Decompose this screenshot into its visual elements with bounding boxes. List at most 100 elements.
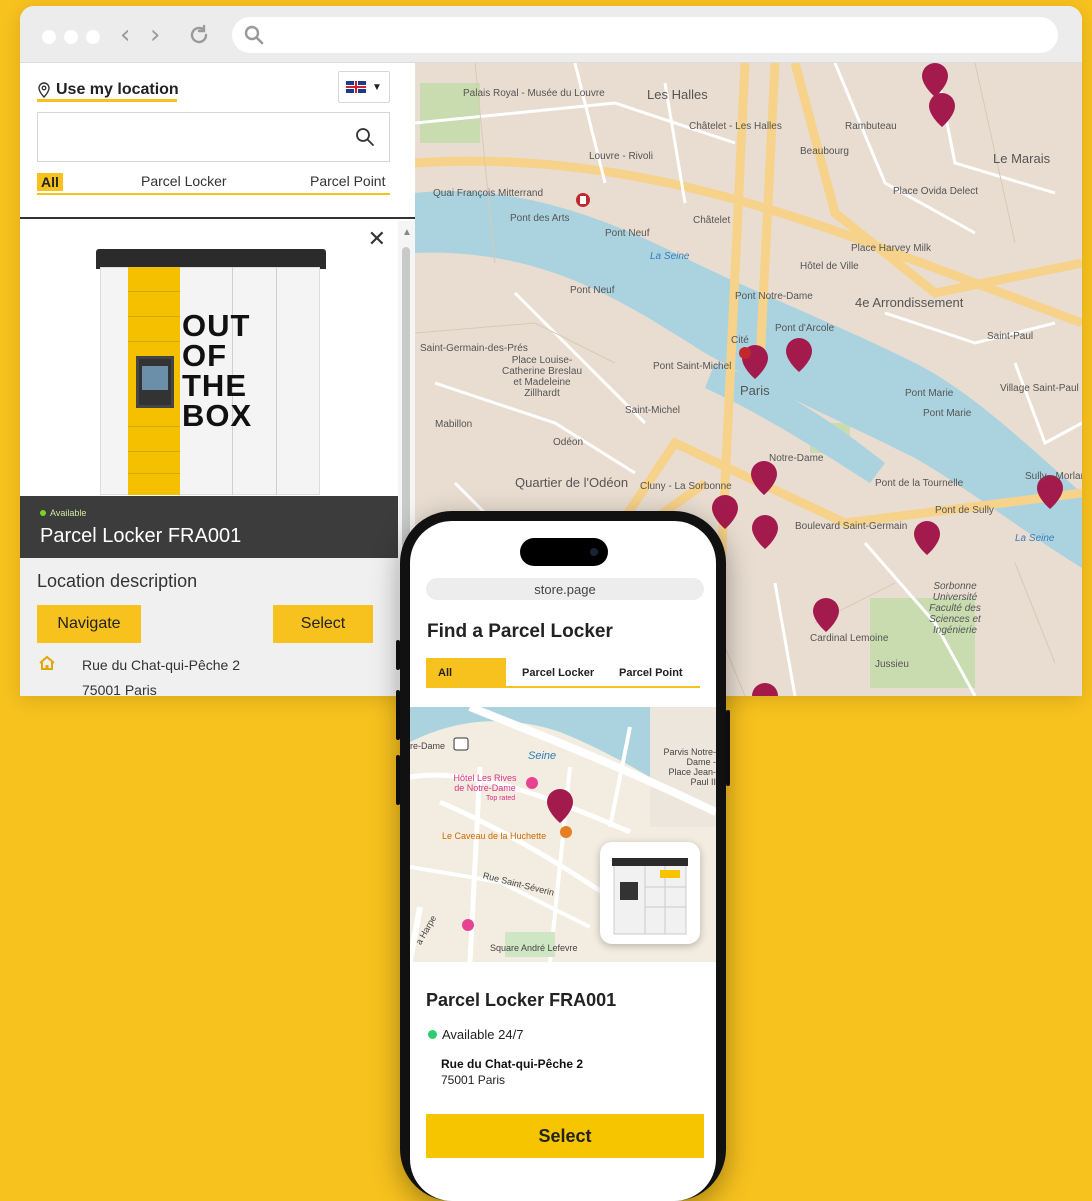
map-label: Saint-Paul — [987, 331, 1034, 342]
map-label: Pont Neuf — [570, 285, 615, 296]
map-label: Pont Neuf — [605, 228, 650, 239]
location-description: Location description — [37, 571, 198, 591]
phone-mockup: store.page Find a Parcel Locker All Parc… — [400, 511, 726, 1201]
status-badge: Available — [40, 508, 86, 518]
map-label: Place Harvey Milk — [851, 243, 932, 254]
address-street: Rue du Chat-qui-Pêche 2 — [82, 657, 240, 673]
tab-parcel-point[interactable]: Parcel Point — [310, 173, 385, 189]
phone-filter-tabs: All Parcel Locker Parcel Point — [426, 658, 700, 688]
tab-parcel-locker[interactable]: Parcel Locker — [141, 173, 227, 189]
map-label: re-Dame — [410, 741, 446, 751]
map-label: Saint-Michel — [625, 405, 681, 416]
locker-title: Parcel Locker FRA001 — [40, 525, 242, 547]
locker-title: Parcel Locker FRA001 — [426, 990, 617, 1010]
status-dot-icon — [40, 510, 46, 516]
map-label: Pont Saint-Michel — [653, 361, 732, 372]
map-label: La Seine — [1015, 533, 1055, 544]
map-label: Seine — [528, 750, 557, 762]
map-label: Square André Lefevre — [490, 943, 578, 953]
map-label: 4e Arrondissement — [855, 295, 964, 310]
map-label: Sorbonne Université Faculté des Sciences… — [929, 581, 981, 636]
use-location-link[interactable]: Use my location — [37, 81, 179, 102]
card-header: Available Parcel Locker FRA001 — [20, 496, 398, 558]
tab-all[interactable]: All — [37, 173, 63, 191]
map-label: Châtelet — [693, 215, 731, 226]
locker-card: OUT OF THE BOX ✕ Available Parcel Locker… — [20, 221, 398, 696]
map-label: Odéon — [553, 437, 584, 448]
back-icon[interactable]: ‹ — [120, 20, 130, 50]
scroll-up-icon[interactable]: ▲ — [402, 227, 412, 238]
address-city: 75001 Paris — [441, 1073, 506, 1087]
map-label: Le Caveau de la Huchette — [442, 831, 547, 841]
map-label: Sully - Morland — [1025, 471, 1082, 482]
map-label: Quai François Mitterrand — [433, 188, 544, 199]
language-select[interactable]: ▼ — [338, 71, 390, 103]
window-dot[interactable] — [42, 30, 56, 44]
map-label: Saint-Germain-des-Prés — [420, 343, 528, 354]
tab-parcel-locker[interactable]: Parcel Locker — [522, 667, 594, 679]
map-label: Pont de Sully — [935, 505, 994, 516]
map-label: Pont des Arts — [510, 213, 570, 224]
window-dot[interactable] — [86, 30, 100, 44]
map-label: Paris — [740, 383, 770, 398]
uk-flag-icon — [346, 81, 367, 93]
map-label: Pont Marie — [905, 388, 954, 399]
filter-tabs: All Parcel Locker Parcel Point — [37, 171, 390, 195]
availability: Available 24/7 — [428, 1027, 523, 1042]
address-street: Rue du Chat-qui-Pêche 2 — [441, 1057, 584, 1071]
search-icon — [244, 25, 264, 45]
map-label: La Seine — [650, 251, 690, 262]
tab-parcel-point[interactable]: Parcel Point — [619, 667, 683, 679]
map-label: Palais Royal - Musée du Louvre — [463, 88, 605, 99]
map-label: Jussieu — [875, 659, 909, 670]
map-label: Cardinal Lemoine — [810, 633, 889, 644]
dynamic-island — [520, 538, 608, 566]
address-bar[interactable] — [232, 17, 1058, 53]
browser-toolbar: ‹ › — [20, 6, 1082, 63]
close-icon[interactable]: ✕ — [368, 227, 386, 252]
navigate-button[interactable]: Navigate — [37, 605, 141, 643]
map-label: Mabillon — [435, 419, 473, 430]
map-label: Châtelet - Les Halles — [689, 121, 782, 132]
map-label: Top rated — [486, 795, 516, 802]
select-button[interactable]: Select — [426, 1114, 704, 1158]
map-label: Les Halles — [647, 87, 708, 102]
map-label: Village Saint-Paul — [1000, 383, 1079, 394]
map-label: Hôtel Les Rives de Notre-Dame — [453, 773, 517, 793]
map-label: Pont de la Tournelle — [875, 478, 964, 489]
map-label: Pont Notre-Dame — [735, 291, 813, 302]
select-button[interactable]: Select — [273, 605, 373, 643]
tab-all[interactable]: All — [426, 658, 506, 686]
phone-map[interactable]: re-Dame Seine Parvis Notre-Dame - Place … — [410, 707, 716, 962]
locker-graphic-text: OUT OF THE BOX — [182, 308, 253, 433]
use-location-label: Use my location — [56, 81, 179, 98]
chevron-down-icon: ▼ — [372, 81, 382, 93]
map-label: Beaubourg — [800, 146, 849, 157]
divider — [20, 217, 415, 219]
map-label: Cluny - La Sorbonne — [640, 481, 732, 492]
locker-thumbnail[interactable] — [600, 842, 700, 944]
forward-icon[interactable]: › — [150, 20, 160, 50]
page-title: Find a Parcel Locker — [427, 621, 613, 642]
map-label: Le Marais — [993, 151, 1051, 166]
map-label: Pont d'Arcole — [775, 323, 835, 334]
map-label: Cité — [731, 335, 749, 346]
search-input[interactable] — [37, 112, 390, 162]
status-dot-icon — [428, 1030, 437, 1039]
map-label: Boulevard Saint-Germain — [795, 521, 908, 532]
locator-panel: Use my location ▼ All Parcel Locker Parc… — [20, 63, 415, 696]
map-label: Louvre - Rivoli — [589, 151, 653, 162]
map-label: Notre-Dame — [769, 453, 824, 464]
location-pin-icon — [38, 82, 50, 98]
home-icon — [39, 655, 55, 670]
map-label: Place Ovida Delect — [893, 186, 979, 197]
phone-address-bar[interactable]: store.page — [426, 578, 704, 600]
locker-image: OUT OF THE BOX ✕ — [20, 221, 398, 496]
map-label: Quartier de l'Odéon — [515, 475, 629, 490]
map-label: Place Louise-Catherine Breslau et Madele… — [501, 355, 583, 399]
map-label: Parvis Notre-Dame - Place Jean-Paul II — [663, 747, 716, 787]
reload-icon[interactable] — [188, 24, 210, 46]
map-label: Rambuteau — [845, 121, 897, 132]
window-dot[interactable] — [64, 30, 78, 44]
search-icon[interactable] — [355, 127, 375, 147]
